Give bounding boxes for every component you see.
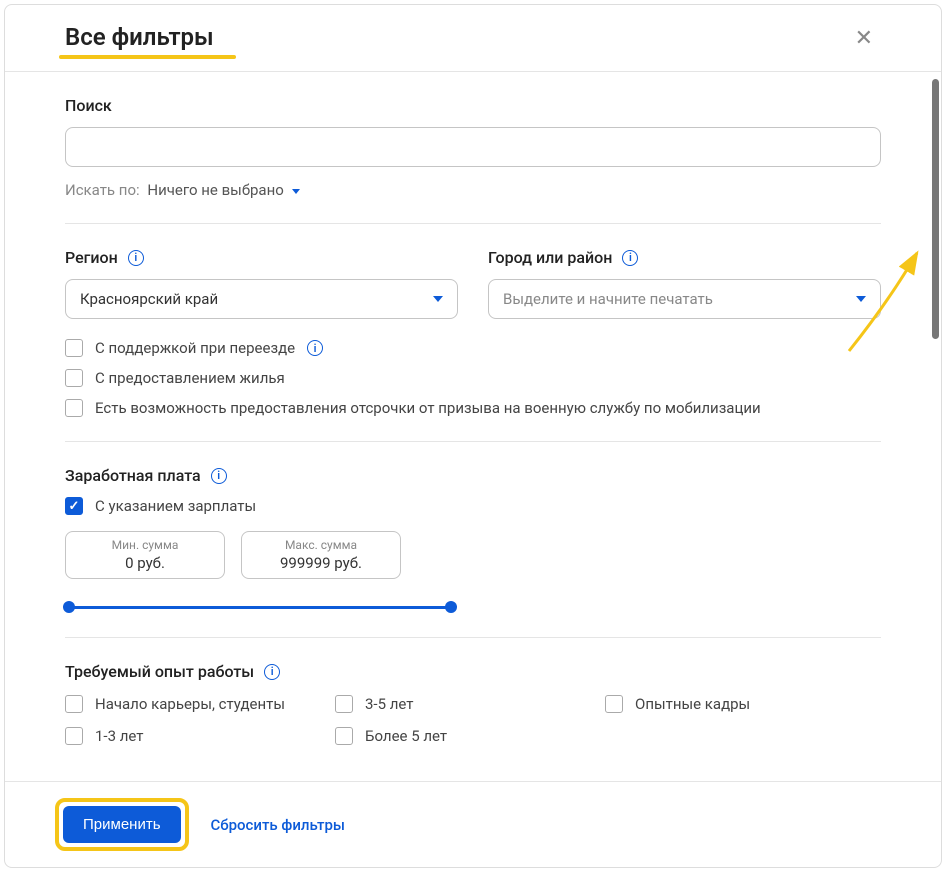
- caret-down-icon: [856, 296, 866, 302]
- info-icon[interactable]: i: [128, 250, 144, 266]
- checkbox-label: Есть возможность предоставления отсрочки…: [95, 399, 761, 417]
- reset-filters-link[interactable]: Сбросить фильтры: [211, 816, 345, 834]
- region-section: Регион i Красноярский край Город или рай…: [65, 248, 881, 442]
- caret-down-icon: [433, 296, 443, 302]
- experience-grid: Начало карьеры, студенты 3-5 лет Опытные…: [65, 695, 881, 745]
- salary-min-label: Мин. сумма: [76, 538, 214, 552]
- title-highlight: [59, 55, 236, 59]
- checkbox-input[interactable]: [65, 339, 83, 357]
- search-by-row: Искать по: Ничего не выбрано: [65, 181, 881, 199]
- salary-max-label: Макс. сумма: [252, 538, 390, 552]
- region-checkbox-list: С поддержкой при переезде i С предоставл…: [65, 339, 881, 417]
- apply-button[interactable]: Применить: [63, 806, 181, 843]
- checkbox-exp-3-5[interactable]: 3-5 лет: [335, 695, 605, 713]
- checkbox-input[interactable]: [65, 727, 83, 745]
- search-input[interactable]: [65, 127, 881, 167]
- checkbox-relocation[interactable]: С поддержкой при переезде i: [65, 339, 881, 357]
- checkbox-input[interactable]: [65, 399, 83, 417]
- checkbox-exp-1-3[interactable]: 1-3 лет: [65, 727, 335, 745]
- salary-max-input[interactable]: Макс. сумма 999999 руб.: [241, 531, 401, 579]
- checkbox-input[interactable]: [335, 727, 353, 745]
- checkbox-exp-expert[interactable]: Опытные кадры: [605, 695, 881, 713]
- city-select[interactable]: Выделите и начните печатать: [488, 279, 881, 319]
- experience-label: Требуемый опыт работы i: [65, 662, 881, 681]
- checkbox-with-salary[interactable]: С указанием зарплаты: [65, 497, 881, 515]
- checkbox-label: Опытные кадры: [635, 695, 750, 713]
- city-label: Город или район i: [488, 248, 881, 267]
- checkbox-deferral[interactable]: Есть возможность предоставления отсрочки…: [65, 399, 881, 417]
- salary-min-input[interactable]: Мин. сумма 0 руб.: [65, 531, 225, 579]
- checkbox-label: Начало карьеры, студенты: [95, 695, 285, 713]
- close-icon: ✕: [855, 25, 873, 50]
- salary-label: Заработная плата i: [65, 466, 881, 485]
- checkbox-label: 3-5 лет: [365, 695, 414, 713]
- close-button[interactable]: ✕: [847, 23, 881, 53]
- search-section: Поиск Искать по: Ничего не выбрано: [65, 96, 881, 224]
- region-value: Красноярский край: [80, 290, 218, 308]
- title-wrap: Все фильтры: [65, 23, 214, 57]
- filters-modal: Все фильтры ✕ Поиск Искать по: Ничего не…: [4, 4, 942, 868]
- scrollbar[interactable]: [932, 79, 939, 339]
- checkbox-input[interactable]: [65, 497, 83, 515]
- salary-inputs: Мин. сумма 0 руб. Макс. сумма 999999 руб…: [65, 531, 881, 579]
- info-icon[interactable]: i: [307, 340, 323, 356]
- city-placeholder: Выделите и начните печатать: [503, 290, 713, 308]
- checkbox-exp-5plus[interactable]: Более 5 лет: [335, 727, 605, 745]
- checkbox-exp-start[interactable]: Начало карьеры, студенты: [65, 695, 335, 713]
- region-col: Регион i Красноярский край: [65, 248, 458, 319]
- info-icon[interactable]: i: [622, 250, 638, 266]
- info-icon[interactable]: i: [211, 468, 227, 484]
- checkbox-input[interactable]: [65, 695, 83, 713]
- modal-body[interactable]: Поиск Искать по: Ничего не выбрано Регио…: [5, 72, 941, 781]
- modal-title: Все фильтры: [65, 23, 214, 57]
- region-label: Регион i: [65, 248, 458, 267]
- slider-handle-max[interactable]: [445, 601, 457, 613]
- checkbox-input[interactable]: [65, 369, 83, 387]
- checkbox-label: Более 5 лет: [365, 727, 447, 745]
- slider-track: [65, 606, 455, 609]
- experience-section: Требуемый опыт работы i Начало карьеры, …: [65, 662, 881, 751]
- apply-highlight: Применить: [55, 798, 189, 851]
- salary-section: Заработная плата i С указанием зарплаты …: [65, 466, 881, 638]
- city-col: Город или район i Выделите и начните печ…: [488, 248, 881, 319]
- checkbox-label: С указанием зарплаты: [95, 497, 256, 515]
- checkbox-housing[interactable]: С предоставлением жилья: [65, 369, 881, 387]
- checkbox-label: С предоставлением жилья: [95, 369, 285, 387]
- salary-min-value: 0 руб.: [76, 554, 214, 572]
- region-select[interactable]: Красноярский край: [65, 279, 458, 319]
- search-label: Поиск: [65, 96, 881, 115]
- caret-down-icon: [292, 189, 300, 194]
- modal-header: Все фильтры ✕: [5, 5, 941, 72]
- checkbox-input[interactable]: [335, 695, 353, 713]
- info-icon[interactable]: i: [264, 664, 280, 680]
- search-by-select[interactable]: Ничего не выбрано: [147, 181, 299, 199]
- search-by-value: Ничего не выбрано: [147, 181, 283, 199]
- search-by-label: Искать по:: [65, 181, 140, 199]
- checkbox-label: С поддержкой при переезде: [95, 339, 295, 357]
- modal-footer: Применить Сбросить фильтры: [5, 781, 941, 867]
- checkbox-input[interactable]: [605, 695, 623, 713]
- checkbox-label: 1-3 лет: [95, 727, 144, 745]
- salary-slider[interactable]: [65, 601, 455, 613]
- salary-max-value: 999999 руб.: [252, 554, 390, 572]
- slider-handle-min[interactable]: [63, 601, 75, 613]
